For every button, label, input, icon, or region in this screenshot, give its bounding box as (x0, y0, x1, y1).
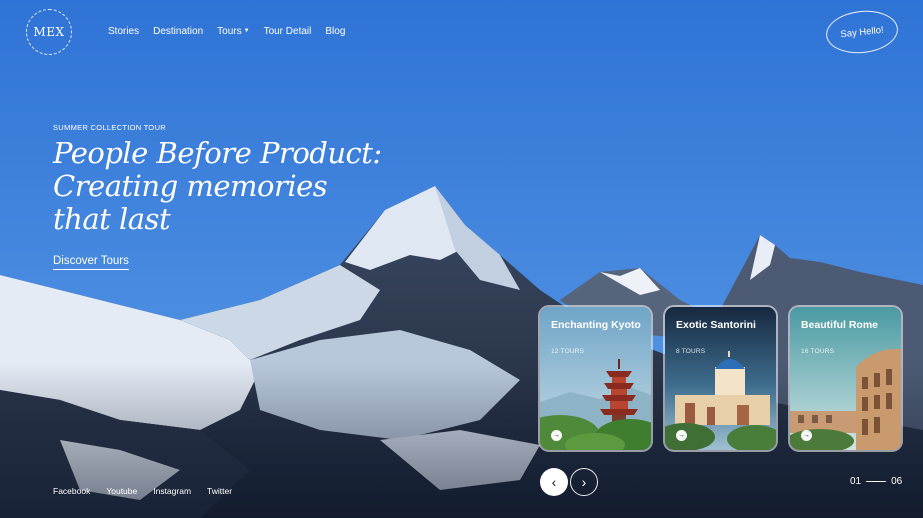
nav-item-stories[interactable]: Stories (108, 26, 139, 37)
social-twitter-link[interactable]: Twitter (207, 486, 232, 496)
brand-logo[interactable]: MEX (26, 9, 72, 55)
tour-card-santorini[interactable]: Exotic Santorini 8 TOURS → (663, 305, 778, 452)
hero-section: MEX Stories Destination Tours ▼ Tour Deta… (0, 0, 923, 518)
hero-headline: People Before Product: Creating memories… (53, 136, 382, 236)
next-slide-button[interactable]: › (570, 468, 598, 496)
nav-item-tour-detail[interactable]: Tour Detail (264, 26, 312, 37)
discover-tours-link[interactable]: Discover Tours (53, 255, 129, 270)
nav-item-tours[interactable]: Tours ▼ (217, 26, 249, 37)
card-tour-count: 12 TOURS (551, 348, 585, 355)
nav-item-tours-label: Tours (217, 26, 242, 37)
tour-cards: Enchanting Kyoto 12 TOURS → Exotic Santo… (538, 305, 903, 452)
nav-item-destination[interactable]: Destination (153, 26, 203, 37)
previous-slide-button[interactable]: ‹ (540, 468, 568, 496)
card-title: Enchanting Kyoto (551, 319, 641, 331)
caret-down-icon: ▼ (243, 28, 250, 35)
arrow-right-icon[interactable]: → (551, 430, 562, 441)
card-tour-count: 8 TOURS (676, 348, 706, 355)
card-tour-count: 16 TOURS (801, 348, 835, 355)
chevron-left-icon: ‹ (551, 474, 557, 490)
main-menu: Stories Destination Tours ▼ Tour Detail B… (108, 26, 345, 37)
slide-pager: 01 06 (850, 476, 902, 487)
say-hello-button[interactable]: Say Hello! (824, 7, 900, 57)
hero-eyebrow: SUMMER COLLECTION TOUR (53, 123, 167, 132)
card-title: Exotic Santorini (676, 319, 756, 331)
arrow-right-icon[interactable]: → (801, 430, 812, 441)
pager-total: 06 (891, 476, 903, 487)
arrow-right-icon[interactable]: → (676, 430, 687, 441)
nav-item-blog[interactable]: Blog (325, 26, 345, 37)
social-instagram-link[interactable]: Instagram (153, 486, 191, 496)
social-facebook-link[interactable]: Facebook (53, 486, 90, 496)
pager-divider (866, 481, 887, 482)
top-nav: MEX Stories Destination Tours ▼ Tour Deta… (0, 0, 923, 64)
pager-current: 01 (850, 476, 862, 487)
social-links: Facebook Youtube Instagram Twitter (53, 486, 232, 496)
tour-card-kyoto[interactable]: Enchanting Kyoto 12 TOURS → (538, 305, 653, 452)
tour-card-rome[interactable]: Beautiful Rome 16 TOURS → (788, 305, 903, 452)
card-title: Beautiful Rome (801, 319, 879, 331)
social-youtube-link[interactable]: Youtube (106, 486, 137, 496)
chevron-right-icon: › (581, 474, 587, 490)
